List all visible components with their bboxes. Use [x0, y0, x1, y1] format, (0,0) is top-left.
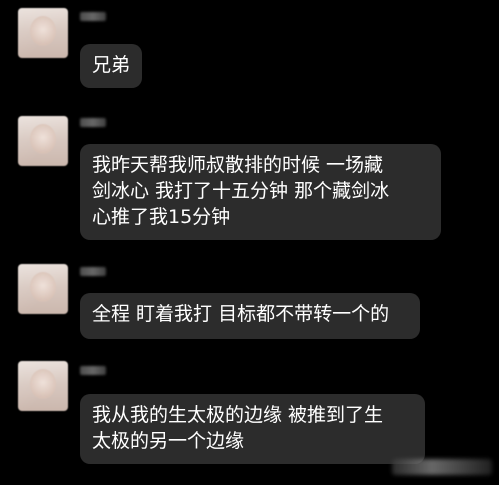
sender-avatar[interactable] [18, 116, 68, 166]
sender-avatar[interactable] [18, 264, 68, 314]
sender-name-blurred [80, 267, 106, 276]
message-text: 心推了我15分钟 [92, 206, 231, 228]
message-text: 剑冰心 我打了十五分钟 那个藏剑冰 [92, 180, 390, 202]
message-text: 太极的另一个边缘 [92, 430, 245, 452]
message-bubble[interactable]: 我从我的生太极的边缘 被推到了生 太极的另一个边缘 [80, 394, 425, 464]
message-bubble[interactable]: 全程 盯着我打 目标都不带转一个的 [80, 293, 420, 339]
message-bubble[interactable]: 兄弟 [80, 44, 142, 88]
message-text: 兄弟 [92, 54, 131, 76]
watermark-blurred [392, 459, 492, 475]
message-text: 我昨天帮我师叔散排的时候 一场藏 [92, 154, 384, 176]
sender-avatar[interactable] [18, 361, 68, 411]
message-bubble[interactable]: 我昨天帮我师叔散排的时候 一场藏 剑冰心 我打了十五分钟 那个藏剑冰 心推了我1… [80, 144, 441, 240]
sender-name-blurred [80, 118, 106, 127]
message-text: 全程 盯着我打 目标都不带转一个的 [92, 303, 390, 325]
message-text: 我从我的生太极的边缘 被推到了生 [92, 404, 384, 426]
sender-name-blurred [80, 12, 106, 21]
sender-name-blurred [80, 366, 106, 375]
sender-avatar[interactable] [18, 8, 68, 58]
